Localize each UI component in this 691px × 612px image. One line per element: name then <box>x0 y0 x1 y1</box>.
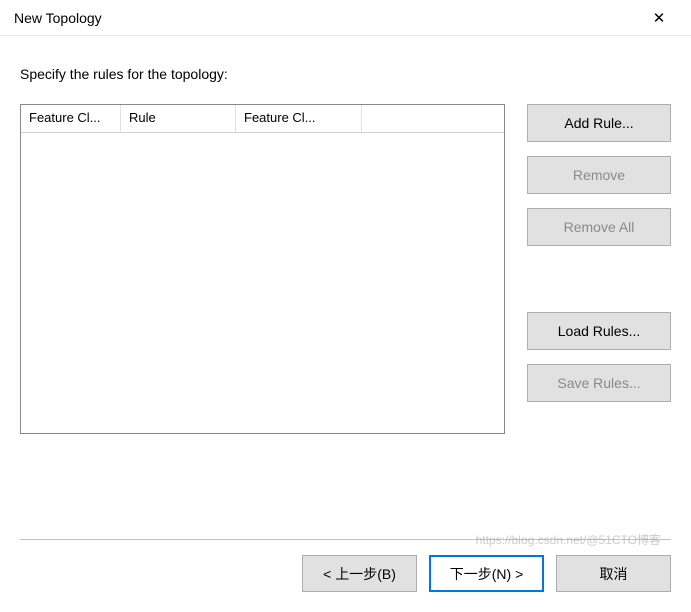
close-button[interactable]: ✕ <box>639 3 679 33</box>
footer-buttons: < 上一步(B) 下一步(N) > 取消 <box>302 555 671 592</box>
button-spacer <box>527 260 671 312</box>
save-rules-button: Save Rules... <box>527 364 671 402</box>
window-title: New Topology <box>14 10 102 26</box>
footer-separator <box>20 539 671 540</box>
close-icon: ✕ <box>653 9 666 27</box>
column-header-feature-class-2[interactable]: Feature Cl... <box>236 105 362 132</box>
column-header-empty <box>362 105 504 132</box>
cancel-button[interactable]: 取消 <box>556 555 671 592</box>
back-button[interactable]: < 上一步(B) <box>302 555 417 592</box>
side-buttons: Add Rule... Remove Remove All Load Rules… <box>527 104 671 434</box>
add-rule-button[interactable]: Add Rule... <box>527 104 671 142</box>
rules-table-body[interactable] <box>21 133 504 433</box>
instruction-text: Specify the rules for the topology: <box>20 66 671 82</box>
column-header-feature-class-1[interactable]: Feature Cl... <box>21 105 121 132</box>
remove-all-button: Remove All <box>527 208 671 246</box>
column-header-rule[interactable]: Rule <box>121 105 236 132</box>
next-button[interactable]: 下一步(N) > <box>429 555 544 592</box>
rules-table[interactable]: Feature Cl... Rule Feature Cl... <box>20 104 505 434</box>
main-row: Feature Cl... Rule Feature Cl... Add Rul… <box>20 104 671 434</box>
remove-button: Remove <box>527 156 671 194</box>
titlebar: New Topology ✕ <box>0 0 691 36</box>
load-rules-button[interactable]: Load Rules... <box>527 312 671 350</box>
rules-table-header: Feature Cl... Rule Feature Cl... <box>21 105 504 133</box>
content-area: Specify the rules for the topology: Feat… <box>0 36 691 434</box>
